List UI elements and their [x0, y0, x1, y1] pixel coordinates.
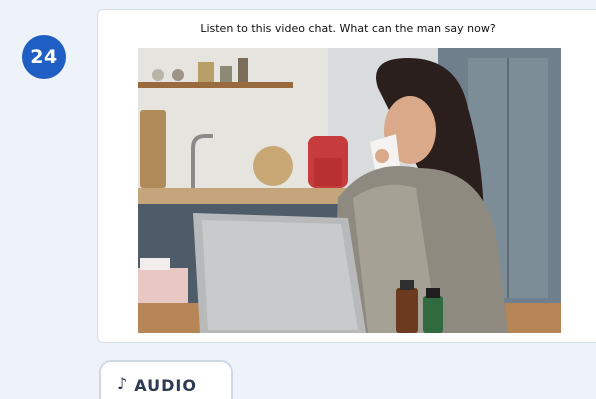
audio-button-label: AUDIO — [134, 376, 197, 395]
question-prompt: Listen to this video chat. What can the … — [200, 22, 496, 35]
music-note-icon: ♪ — [117, 374, 129, 393]
question-number: 24 — [30, 46, 58, 68]
kitchen-scene-illustration — [138, 48, 561, 333]
audio-button[interactable]: ♪ AUDIO — [99, 360, 233, 399]
question-page: 24 Listen to this video chat. What can t… — [0, 0, 596, 399]
question-card: Listen to this video chat. What can the … — [97, 9, 596, 343]
question-number-badge: 24 — [22, 35, 66, 79]
question-photo — [138, 48, 561, 333]
